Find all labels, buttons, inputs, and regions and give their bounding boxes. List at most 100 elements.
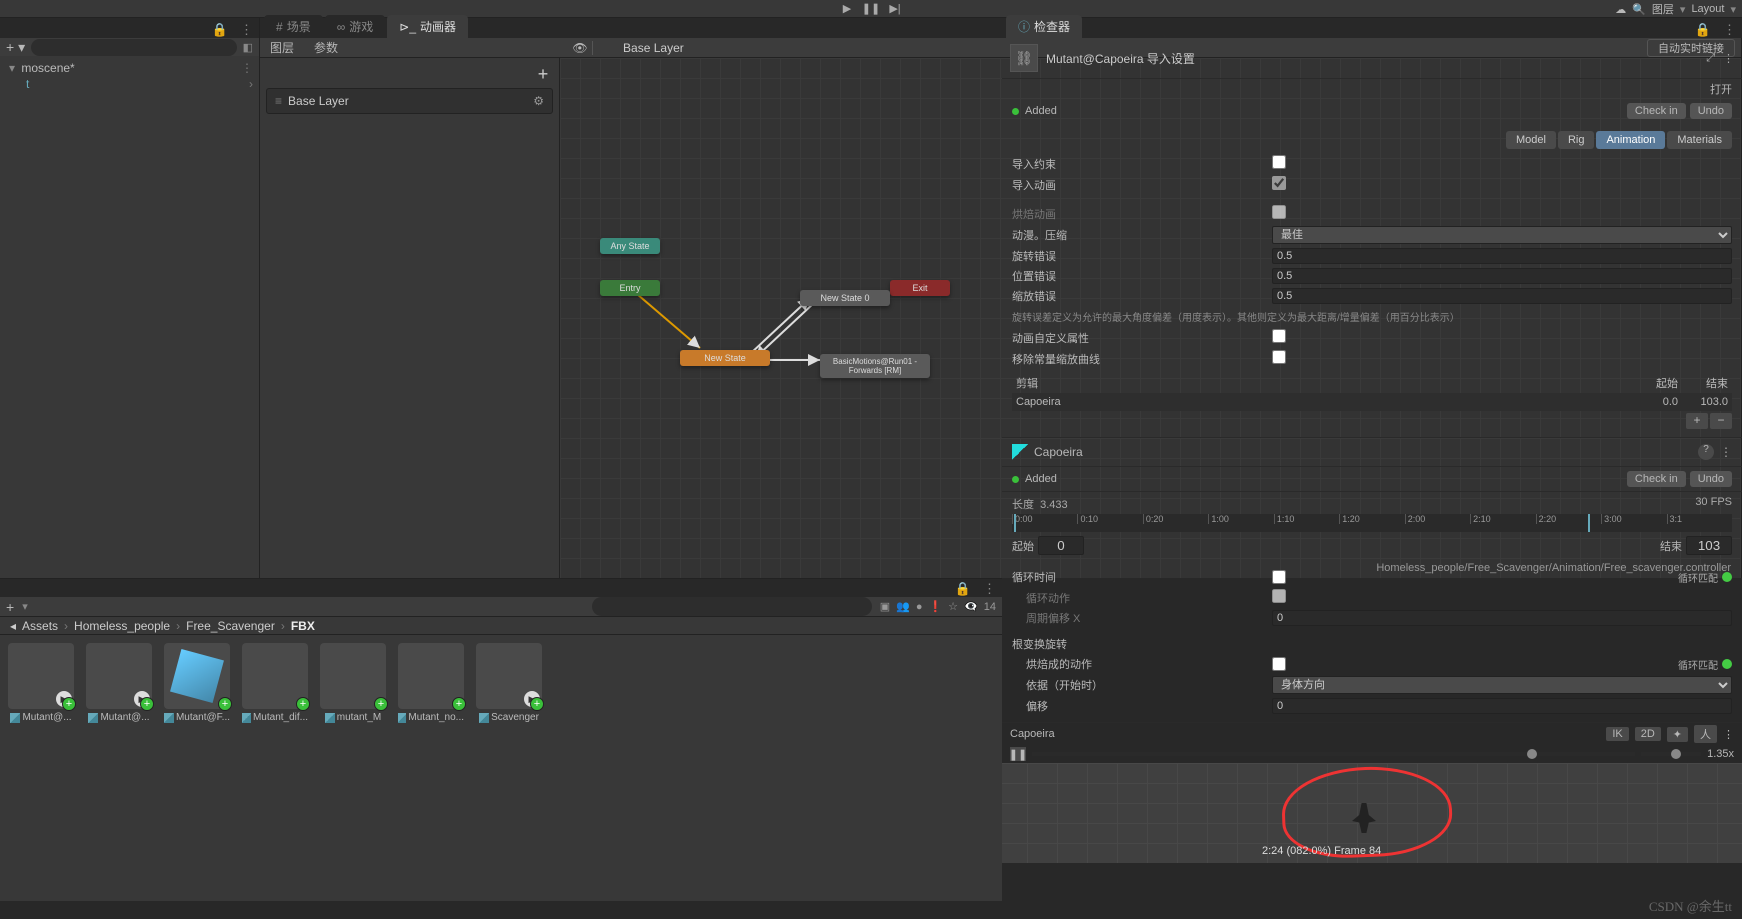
search-top-icon[interactable]: 🔍 [1632,3,1646,16]
remove-clip-button[interactable]: − [1710,413,1732,429]
scale-error-field[interactable] [1272,288,1732,304]
asset-item[interactable]: +mutant_M [320,643,386,723]
tab-inspector[interactable]: ⓘ检查器 [1006,15,1082,38]
state-node[interactable]: BasicMotions@Run01 - Forwards [RM] [820,354,930,378]
asset-item[interactable]: ▶+Mutant@... [8,643,74,723]
undo-button[interactable]: Undo [1690,103,1732,119]
filter-icon[interactable]: ▣ [880,600,890,613]
bake-into-checkbox[interactable] [1272,657,1286,671]
eye-icon[interactable]: 👁 [568,41,592,55]
timeline-ruler[interactable]: 0:000:100:201:001:101:202:002:102:203:00… [1012,514,1732,532]
checkin-button[interactable]: Check in [1627,471,1686,487]
scene-item[interactable]: ▾ moscene* ⋮ [6,60,253,76]
pause-icon[interactable]: ❚❚ [861,2,881,16]
crumb[interactable]: Free_Scavenger [186,619,275,633]
compress-select[interactable]: 最佳 [1272,226,1732,244]
breadcrumb[interactable]: ◂ Assets› Homeless_people› Free_Scavenge… [0,617,1002,635]
asset-item[interactable]: ▶+Mutant@... [86,643,152,723]
gear-icon[interactable]: ⚙ [533,94,544,108]
tab-scene[interactable]: #场景 [264,15,323,38]
undo-button[interactable]: Undo [1690,471,1732,487]
remove-curves-checkbox[interactable] [1272,350,1286,364]
start-field[interactable] [1038,536,1084,555]
menu-icon[interactable]: ⋮ [977,581,1002,597]
lock-icon[interactable]: 🔒 [206,22,234,38]
cloud-icon[interactable]: ☁ [1615,3,1626,16]
tab-animator[interactable]: ⊳_动画器 [387,15,468,38]
import-constraints-checkbox[interactable] [1272,155,1286,169]
menu-icon[interactable]: ⋮ [1723,52,1734,65]
checkin-button[interactable]: Check in [1627,103,1686,119]
state-node[interactable]: New State [680,350,770,366]
project-search[interactable] [592,597,872,616]
open-button[interactable]: 打开 [1710,81,1732,97]
tab-rig[interactable]: Rig [1558,131,1595,149]
hidden-icon[interactable]: 👁‍🗨 [964,600,978,613]
add-icon[interactable]: + ▾ [6,39,25,56]
2d-button[interactable]: 2D [1635,727,1661,741]
crumb[interactable]: FBX [291,619,315,633]
offset-field[interactable] [1272,698,1732,714]
length-value: 3.433 [1040,499,1068,511]
help-text: 旋转误差定义为允许的最大角度偏差（用度表示）。其他则定义为最大距离/增量偏差（用… [1002,306,1742,327]
lock-icon[interactable]: 🔒 [949,581,977,597]
params-button[interactable]: 参数 [304,36,348,59]
exit-node[interactable]: Exit [890,280,950,296]
custom-props-checkbox[interactable] [1272,329,1286,343]
anystate-node[interactable]: Any State [600,238,660,254]
tab-model[interactable]: Model [1506,131,1556,149]
ik-button[interactable]: IK [1606,727,1628,741]
play-icon[interactable]: ▶ [837,2,857,16]
expand-icon[interactable]: ⤢ [1706,52,1715,65]
tab-animation[interactable]: Animation [1596,131,1665,149]
layout-dropdown[interactable]: Layout [1691,3,1724,15]
preview-scrubber[interactable] [1032,752,1635,756]
entry-node[interactable]: Entry [600,280,660,296]
crumb[interactable]: Homeless_people [74,619,170,633]
based-select[interactable]: 身体方向 [1272,676,1732,694]
speed-slider[interactable] [1641,752,1701,756]
rot-error-field[interactable] [1272,248,1732,264]
pivot-button[interactable]: ✦ [1667,727,1688,742]
step-icon[interactable]: ▶| [885,2,905,16]
label: 动漫。压缩 [1012,227,1272,243]
tab-materials[interactable]: Materials [1667,131,1732,149]
scene-item[interactable]: t › [6,76,253,92]
clip-row[interactable]: Capoeira0.0103.0 [1012,393,1732,411]
filter-icon[interactable]: ◧ [243,41,253,54]
layers-dropdown[interactable]: 图层 [1652,1,1674,17]
tab-game[interactable]: ∞游戏 [325,15,386,38]
filter-icon[interactable]: ● [916,601,923,613]
asset-item[interactable]: ▶+Scavenger [476,643,542,723]
filter-icon[interactable]: 👥 [896,600,910,613]
help-icon[interactable]: ? [1698,444,1714,460]
crumb[interactable]: Assets [22,619,58,633]
layers-button[interactable]: 图层 [260,36,304,59]
asset-item[interactable]: +Mutant_no... [398,643,464,723]
state-node[interactable]: New State 0 [800,290,890,306]
asset-item[interactable]: +Mutant@F... [164,643,230,723]
add-layer-button[interactable]: + [533,64,553,84]
menu-icon[interactable]: ⋮ [234,22,259,38]
import-animation-checkbox[interactable] [1272,176,1286,190]
avatar-button[interactable]: 人 [1694,725,1717,743]
hierarchy-search[interactable] [31,39,237,56]
layer-row[interactable]: ≡ Base Layer ⚙ [266,88,553,114]
filter-icon[interactable]: ❗ [928,600,942,613]
layer-name: Base Layer [288,94,349,108]
add-clip-button[interactable]: + [1686,413,1708,429]
bake-checkbox [1272,205,1286,219]
loop-time-checkbox[interactable] [1272,570,1286,584]
end-field[interactable] [1686,536,1732,555]
lock-icon[interactable]: 🔒 [1689,22,1717,38]
add-button[interactable]: + [6,599,14,615]
asset-item[interactable]: +Mutant_dif... [242,643,308,723]
menu-icon[interactable]: ⋮ [1723,728,1734,741]
filter-icon[interactable]: ☆ [948,600,958,613]
menu-icon[interactable]: ⋮ [1720,445,1732,459]
preview-viewport[interactable]: 2:24 (082.0%) Frame 84 [1002,763,1742,863]
menu-icon[interactable]: ⋮ [1717,22,1742,38]
pause-button[interactable]: ❚❚ [1010,747,1026,761]
pos-error-field[interactable] [1272,268,1732,284]
back-icon[interactable]: ◂ [10,619,16,633]
